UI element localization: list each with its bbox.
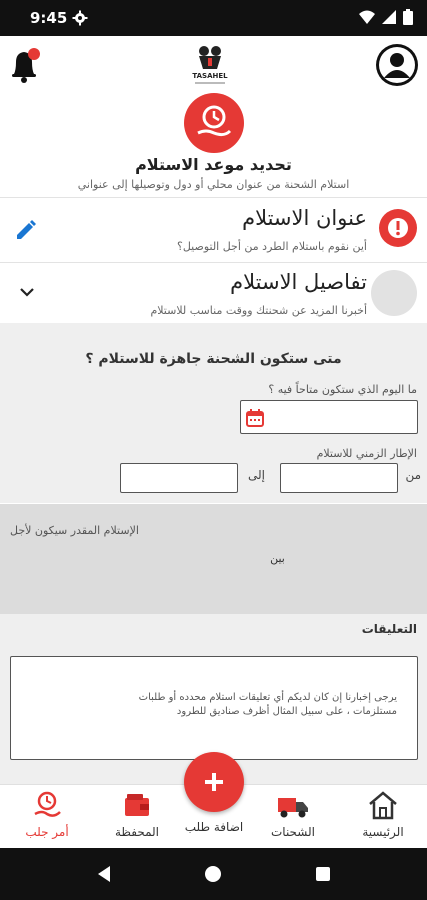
settings-gear-icon [72, 10, 88, 26]
home-circle-icon[interactable] [203, 864, 223, 884]
add-order-label: اضافة طلب [184, 820, 244, 834]
hero-subtitle: استلام الشحنة من عنوان محلي أو دول وتوصي… [77, 178, 350, 191]
address-card-subtitle: أين نقوم باستلام الطرد من أجل التوصيل؟ [176, 240, 367, 253]
schedule-pickup-hero-icon [184, 93, 244, 153]
truck-icon [278, 798, 308, 818]
chevron-down-icon[interactable] [18, 284, 36, 298]
pickup-details-card[interactable]: تفاصيل الاستلام أخبرنا المزيد عن شحنتك و… [0, 264, 427, 322]
status-time: 9:45 [30, 9, 68, 27]
system-nav-bar [0, 848, 427, 900]
status-bar: 9:45 [0, 0, 427, 36]
from-label: من [405, 468, 421, 482]
nav-wallet[interactable]: المحفظة [97, 790, 177, 839]
plus-icon [205, 773, 223, 791]
timeframe-label: الإطار الزمني للاستلام [316, 447, 417, 460]
nav-home[interactable]: الرئيسية [343, 790, 423, 839]
nav-shipments[interactable]: الشحنات [253, 790, 333, 839]
date-picker-field[interactable] [240, 400, 418, 434]
estimate-label: الإستلام المقدر سيكون لأجل [10, 524, 139, 537]
pickup-address-card[interactable]: عنوان الاستلام أين نقوم باستلام الطرد من… [0, 200, 427, 262]
user-icon [379, 47, 415, 83]
to-time-field[interactable] [120, 463, 238, 493]
divider [0, 262, 427, 263]
hero-title: تحديد موعد الاستلام [135, 155, 292, 174]
nav-home-label: الرئيسية [362, 825, 404, 839]
day-label: ما اليوم الذي ستكون متاحاً فيه ؟ [268, 383, 417, 396]
brand-tagline-line [195, 82, 225, 84]
order-clock-icon [34, 791, 61, 817]
comments-label: التعليقات [361, 622, 417, 636]
nav-my-orders[interactable]: أمر جلب [7, 790, 87, 839]
from-time-field[interactable] [280, 463, 398, 493]
to-label: إلى [248, 468, 265, 482]
pickup-form-section: متى ستكون الشحنة جاهزة للاستلام ؟ ما الي… [0, 323, 427, 503]
estimate-value: بين [270, 552, 285, 565]
comments-textarea[interactable]: يرجى إخبارنا إن كان لديكم أي تعليقات است… [10, 656, 418, 760]
recents-square-icon[interactable] [313, 864, 333, 884]
address-card-title: عنوان الاستلام [242, 206, 367, 230]
step-status-circle [371, 270, 417, 316]
edit-pencil-icon[interactable] [14, 218, 38, 242]
estimate-section: الإستلام المقدر سيكون لأجل بين [0, 504, 427, 614]
signal-icon [382, 10, 396, 24]
profile-avatar[interactable] [376, 44, 418, 86]
comments-placeholder: يرجى إخبارنا إن كان لديكم أي تعليقات است… [138, 692, 397, 717]
calendar-icon[interactable] [245, 408, 265, 428]
add-order-fab[interactable] [184, 752, 244, 812]
divider [0, 197, 427, 198]
details-card-title: تفاصيل الاستلام [230, 270, 367, 294]
alert-status-icon [379, 209, 417, 247]
battery-icon [403, 9, 413, 25]
brand-logo: TASAHEL [188, 44, 232, 92]
details-card-subtitle: أخبرنا المزيد عن شحنتك ووقت مناسب للاستل… [150, 304, 367, 317]
wifi-icon [359, 10, 375, 24]
nav-my-orders-label: أمر جلب [25, 825, 69, 839]
home-icon [369, 791, 397, 820]
brand-name: TASAHEL [192, 72, 228, 80]
wallet-icon [125, 794, 149, 816]
ready-question: متى ستكون الشحنة جاهزة للاستلام ؟ [85, 351, 342, 367]
notifications-bell-icon[interactable] [8, 46, 42, 84]
nav-wallet-label: المحفظة [114, 825, 160, 839]
logo-mark-icon [199, 46, 221, 69]
status-icons [359, 9, 413, 25]
nav-shipments-label: الشحنات [270, 825, 315, 839]
back-triangle-icon[interactable] [94, 864, 114, 884]
